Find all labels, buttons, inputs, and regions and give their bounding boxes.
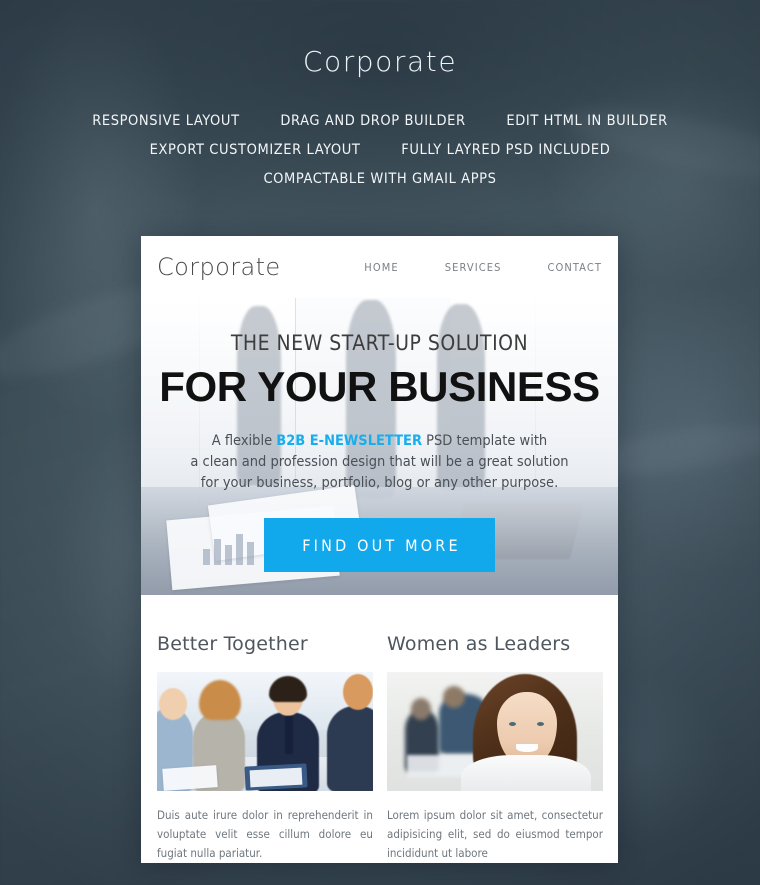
- photo-shirt: [461, 755, 591, 791]
- photo-tablet-screen: [249, 767, 303, 788]
- hero-paragraph-line2: a clean and profession design that will …: [190, 454, 569, 470]
- feature-item: EDIT HTML IN BUILDER: [506, 113, 668, 129]
- photo-necktie: [285, 716, 293, 754]
- feature-item: COMPACTABLE WITH GMAIL APPS: [263, 171, 497, 187]
- top-banner: Corporate RESPONSIVE LAYOUT DRAG AND DRO…: [0, 0, 760, 187]
- hero-section: THE NEW START-UP SOLUTION FOR YOUR BUSIN…: [141, 298, 618, 595]
- email-template-card: Corporate HOME SERVICES CONTACT THE NEW …: [141, 236, 618, 863]
- photo-laptop: [162, 765, 218, 791]
- hero-content: THE NEW START-UP SOLUTION FOR YOUR BUSIN…: [141, 298, 618, 572]
- column-paragraph: Lorem ipsum dolor sit amet, consectetur …: [387, 808, 603, 860]
- content-column-women-as-leaders: Women as Leaders Lorem ipsum dolor sit a…: [387, 633, 603, 863]
- photo-person-head: [343, 674, 373, 710]
- column-title: Better Together: [157, 633, 308, 655]
- template-nav-links: HOME SERVICES CONTACT: [364, 261, 602, 274]
- banner-title: Corporate: [302, 45, 458, 78]
- find-out-more-button[interactable]: FIND OUT MORE: [264, 518, 495, 572]
- feature-item: FULLY LAYRED PSD INCLUDED: [401, 142, 611, 158]
- template-navbar: Corporate HOME SERVICES CONTACT: [141, 236, 618, 298]
- feature-row: EXPORT CUSTOMIZER LAYOUT FULLY LAYRED PS…: [0, 142, 760, 158]
- hero-paragraph-part2: PSD template with: [422, 433, 548, 449]
- feature-item: DRAG AND DROP BUILDER: [280, 113, 466, 129]
- hero-paragraph-part1: A flexible: [211, 433, 277, 449]
- businesswoman-portrait-photo: [387, 672, 603, 791]
- photo-background-figure-head: [443, 686, 465, 708]
- feature-item: RESPONSIVE LAYOUT: [92, 113, 240, 129]
- business-meeting-photo: [157, 672, 373, 791]
- photo-eye: [537, 722, 544, 726]
- nav-link-home[interactable]: HOME: [364, 261, 398, 274]
- nav-link-services[interactable]: SERVICES: [445, 261, 502, 274]
- hero-title: FOR YOUR BUSINESS: [159, 363, 600, 410]
- hero-paragraph: A flexible B2B E-NEWSLETTER PSD template…: [141, 431, 618, 494]
- page-root: Corporate RESPONSIVE LAYOUT DRAG AND DRO…: [0, 0, 760, 885]
- photo-eye: [509, 722, 516, 726]
- photo-person: [327, 706, 373, 791]
- hero-kicker: THE NEW START-UP SOLUTION: [230, 331, 529, 355]
- column-paragraph: Duis aute irure dolor in reprehenderit i…: [157, 808, 373, 860]
- template-brand-logo: Corporate: [157, 253, 281, 281]
- photo-person-head: [159, 688, 187, 720]
- photo-background-figure-head: [411, 698, 431, 720]
- feature-row: COMPACTABLE WITH GMAIL APPS: [0, 171, 760, 187]
- column-title: Women as Leaders: [387, 633, 571, 655]
- feature-row: RESPONSIVE LAYOUT DRAG AND DROP BUILDER …: [0, 113, 760, 129]
- template-content-body: Better Together Duis aute irure dolor in…: [141, 595, 618, 863]
- photo-mouth: [516, 744, 538, 752]
- photo-person-hair: [199, 680, 241, 720]
- content-column-better-together: Better Together Duis aute irure dolor in…: [157, 633, 373, 863]
- feature-item: EXPORT CUSTOMIZER LAYOUT: [149, 142, 361, 158]
- nav-link-contact[interactable]: CONTACT: [547, 261, 602, 274]
- hero-paragraph-line3: for your business, portfolio, blog or an…: [200, 475, 559, 491]
- hero-paragraph-highlight: B2B E-NEWSLETTER: [276, 433, 423, 449]
- content-columns: Better Together Duis aute irure dolor in…: [157, 633, 603, 863]
